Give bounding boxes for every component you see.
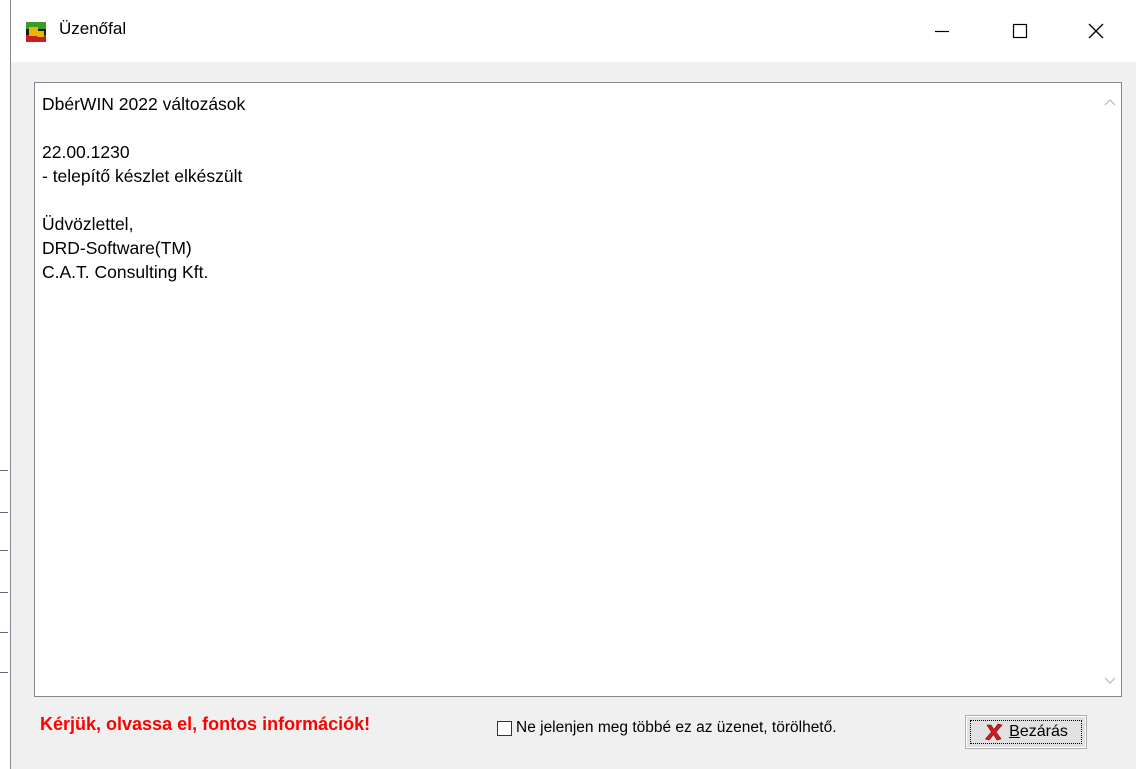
maximize-button[interactable] [997, 0, 1043, 62]
minimize-icon [935, 30, 949, 33]
message-line: - telepítő készlet elkészült [42, 166, 243, 186]
window-title: Üzenőfal [59, 19, 127, 38]
close-icon [1088, 23, 1104, 39]
dont-show-again-checkbox[interactable] [497, 720, 512, 736]
app-icon [26, 22, 46, 42]
maximize-icon [1012, 23, 1028, 39]
close-button[interactable]: Bezárás [965, 715, 1087, 749]
background-window-edge [0, 0, 10, 769]
message-line: DbérWIN 2022 változások [42, 94, 246, 114]
message-line: DRD-Software(TM) [42, 238, 192, 258]
minimize-button[interactable] [919, 0, 965, 62]
vertical-scrollbar[interactable] [1099, 83, 1121, 696]
message-text-area[interactable]: DbérWIN 2022 változások 22.00.1230 - tel… [34, 82, 1122, 697]
chevron-up-icon [1104, 99, 1116, 106]
message-line [42, 116, 1091, 140]
important-info-warning: Kérjük, olvassa el, fontos információk! [40, 714, 371, 734]
title-bar[interactable]: Üzenőfal [11, 0, 1136, 62]
focus-rectangle [970, 720, 1082, 744]
close-window-button[interactable] [1073, 0, 1119, 62]
message-line [42, 188, 1091, 212]
message-board-window: Üzenőfal DbérWIN 2022 változások 22.00.1… [10, 0, 1136, 769]
dont-show-again-option[interactable]: Ne jelenjen meg többé ez az üzenet, törö… [497, 717, 837, 739]
dont-show-again-label[interactable]: Ne jelenjen meg többé ez az üzenet, törö… [516, 719, 837, 737]
message-line: C.A.T. Consulting Kft. [42, 262, 209, 282]
message-text: DbérWIN 2022 változások 22.00.1230 - tel… [42, 92, 1091, 284]
message-line: Üdvözlettel, [42, 214, 134, 234]
chevron-down-icon [1104, 677, 1116, 684]
message-line: 22.00.1230 [42, 142, 130, 162]
scroll-down-button[interactable] [1099, 670, 1121, 692]
scroll-up-button[interactable] [1099, 91, 1121, 113]
